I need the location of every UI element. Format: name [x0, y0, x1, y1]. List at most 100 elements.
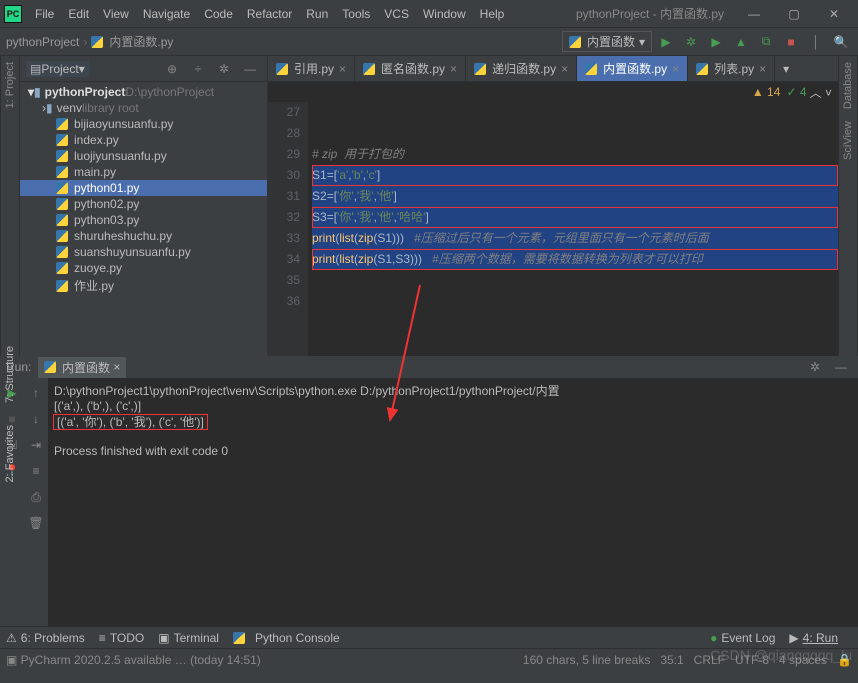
stop-icon[interactable]: ■: [780, 31, 802, 53]
check-icon[interactable]: ✓ 4: [787, 85, 807, 99]
tree-file[interactable]: python03.py: [20, 212, 267, 228]
menu-help[interactable]: Help: [473, 7, 512, 21]
status-message[interactable]: ▣ PyCharm 2020.2.5 available … (today 14…: [6, 653, 261, 667]
scroll-icon[interactable]: ≡: [25, 460, 47, 482]
strip-favorites[interactable]: 2: Favorites: [4, 419, 16, 488]
close-tab-icon[interactable]: ×: [113, 360, 120, 374]
locate-icon[interactable]: ⊕: [161, 58, 183, 80]
tab-problems[interactable]: ⚠ 6: Problems: [6, 631, 85, 645]
close-tab-icon[interactable]: ×: [759, 62, 766, 76]
tree-file[interactable]: index.py: [20, 132, 267, 148]
console-exit: Process finished with exit code 0: [54, 444, 852, 458]
warning-icon[interactable]: ▲ 14: [752, 85, 781, 99]
inspections-menu-icon[interactable]: ︿ ˅: [810, 84, 832, 101]
close-tab-icon[interactable]: ×: [672, 62, 679, 76]
run-config-select[interactable]: 内置函数 ▾: [562, 31, 652, 52]
minimize-icon[interactable]: —: [734, 0, 774, 28]
tab-active[interactable]: 内置函数.py×: [577, 56, 688, 81]
down-icon[interactable]: ↓: [25, 408, 47, 430]
up-icon[interactable]: ↑: [25, 382, 47, 404]
maximize-icon[interactable]: ▢: [774, 0, 814, 28]
tree-file[interactable]: zuoye.py: [20, 260, 267, 276]
project-view-select[interactable]: ▤ Project ▾: [26, 61, 89, 77]
coverage-icon[interactable]: ▶: [705, 31, 727, 53]
close-tab-icon[interactable]: ×: [339, 62, 346, 76]
concurrency-icon[interactable]: ⧉: [755, 31, 777, 53]
tree-venv[interactable]: › ▮venv library root: [20, 100, 267, 116]
close-tab-icon[interactable]: ×: [561, 62, 568, 76]
tree-file-selected[interactable]: python01.py: [20, 180, 267, 196]
breadcrumb[interactable]: pythonProject › 内置函数.py: [6, 33, 173, 50]
tree-project-root[interactable]: ▾ ▮pythonProject D:\pythonProject: [20, 84, 267, 100]
menu-navigate[interactable]: Navigate: [136, 7, 197, 21]
tab[interactable]: 引用.py×: [268, 56, 355, 81]
tab-run[interactable]: ▶ 4: Run: [789, 631, 838, 645]
gear-icon[interactable]: ✲: [213, 58, 235, 80]
tab-terminal[interactable]: ▣ Terminal: [158, 631, 219, 645]
trash-icon[interactable]: 🗑: [25, 512, 47, 534]
search-icon[interactable]: 🔍: [830, 31, 852, 53]
wrap-icon[interactable]: ⇥: [25, 434, 47, 456]
tree-file[interactable]: python02.py: [20, 196, 267, 212]
tab[interactable]: 列表.py×: [688, 56, 775, 81]
menu-code[interactable]: Code: [197, 7, 240, 21]
run-icon[interactable]: ▶: [655, 31, 677, 53]
expand-icon[interactable]: ÷: [187, 58, 209, 80]
tab-python-console[interactable]: Python Console: [233, 631, 340, 645]
tree-file[interactable]: shuruheshuchu.py: [20, 228, 267, 244]
breadcrumb-project[interactable]: pythonProject: [6, 35, 79, 49]
status-chars: 160 chars, 5 line breaks: [523, 653, 650, 667]
gutter: 272829 303132 333435 36: [268, 102, 308, 356]
menu-vcs[interactable]: VCS: [377, 7, 416, 21]
tab-todo[interactable]: ≡ TODO: [99, 631, 144, 645]
hide-panel-icon[interactable]: —: [239, 58, 261, 80]
hide-panel-icon[interactable]: —: [830, 356, 852, 378]
tab[interactable]: 匿名函数.py×: [355, 56, 466, 81]
tree-file[interactable]: 作业.py: [20, 276, 267, 295]
tab[interactable]: 递归函数.py×: [466, 56, 577, 81]
close-tab-icon[interactable]: ×: [450, 62, 457, 76]
debug-icon[interactable]: ✲: [680, 31, 702, 53]
gear-icon[interactable]: ✲: [804, 356, 826, 378]
close-icon[interactable]: ✕: [814, 0, 854, 28]
code-area[interactable]: 272829 303132 333435 36 # zip 用于打包的 S1=[…: [268, 102, 838, 356]
python-file-icon: [474, 63, 486, 75]
menu-view[interactable]: View: [96, 7, 136, 21]
tab-event-log[interactable]: ● Event Log: [710, 631, 775, 645]
menu-run[interactable]: Run: [299, 7, 335, 21]
run-tab[interactable]: 内置函数 ×: [38, 357, 126, 378]
python-file-icon: [44, 361, 56, 373]
console[interactable]: D:\pythonProject1\pythonProject\venv\Scr…: [48, 378, 858, 626]
console-output: [('a',), ('b',), ('c',)]: [54, 399, 852, 413]
right-toolwindow-strip[interactable]: Database SciView: [838, 56, 858, 356]
profile-icon[interactable]: ▲: [730, 31, 752, 53]
breadcrumb-file[interactable]: 内置函数.py: [109, 33, 173, 50]
tree-file[interactable]: suanshuyunsuanfu.py: [20, 244, 267, 260]
python-file-icon: [56, 118, 68, 130]
python-file-icon: [569, 36, 581, 48]
tree-file[interactable]: main.py: [20, 164, 267, 180]
python-file-icon: [585, 63, 597, 75]
editor: 引用.py× 匿名函数.py× 递归函数.py× 内置函数.py× 列表.py×…: [268, 56, 838, 356]
menu-tools[interactable]: Tools: [335, 7, 377, 21]
menu-window[interactable]: Window: [416, 7, 473, 21]
menu-refactor[interactable]: Refactor: [240, 7, 299, 21]
tree-file[interactable]: luojiyunsuanfu.py: [20, 148, 267, 164]
status-caret[interactable]: 35:1: [660, 653, 683, 667]
left-toolwindow-strip[interactable]: 1: Project: [0, 56, 20, 356]
menu-file[interactable]: File: [28, 7, 61, 21]
project-tree[interactable]: ▾ ▮pythonProject D:\pythonProject › ▮ven…: [20, 82, 267, 356]
print-icon[interactable]: ⎙: [25, 486, 47, 508]
python-file-icon: [56, 262, 68, 274]
code[interactable]: # zip 用于打包的 S1=['a','b','c'] S2=['你','我'…: [308, 102, 838, 356]
strip-database[interactable]: Database: [842, 56, 854, 115]
tree-file[interactable]: bijiaoyunsuanfu.py: [20, 116, 267, 132]
menu-edit[interactable]: Edit: [61, 7, 96, 21]
run-config-label: 内置函数: [587, 33, 635, 50]
strip-structure[interactable]: 7: Structure: [4, 340, 16, 409]
strip-sciview[interactable]: SciView: [842, 115, 854, 166]
strip-project[interactable]: 1: Project: [4, 56, 16, 114]
tabs-overflow[interactable]: ▾: [775, 56, 797, 81]
python-file-icon: [56, 182, 68, 194]
vcs-icon[interactable]: │: [805, 31, 827, 53]
